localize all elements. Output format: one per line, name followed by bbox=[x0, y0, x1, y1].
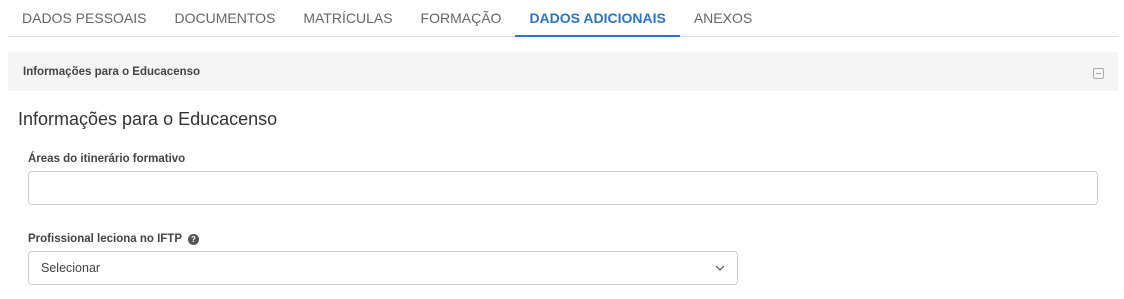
tab-anexos[interactable]: ANEXOS bbox=[680, 0, 766, 36]
tab-formacao[interactable]: FORMAÇÃO bbox=[407, 0, 516, 36]
tab-bar: DADOS PESSOAIS DOCUMENTOS MATRÍCULAS FOR… bbox=[8, 0, 1118, 37]
itinerario-label: Áreas do itinerário formativo bbox=[28, 153, 186, 165]
chevron-down-icon bbox=[715, 265, 725, 271]
section-title: Informações para o Educacenso bbox=[18, 109, 278, 129]
itinerario-input[interactable] bbox=[28, 171, 1098, 205]
tab-dados-adicionais[interactable]: DADOS ADICIONAIS bbox=[515, 0, 680, 37]
panel-header: Informações para o Educacenso bbox=[8, 52, 1118, 91]
tab-dados-pessoais[interactable]: DADOS PESSOAIS bbox=[8, 0, 160, 36]
tab-matriculas[interactable]: MATRÍCULAS bbox=[289, 0, 406, 36]
tab-documentos[interactable]: DOCUMENTOS bbox=[160, 0, 289, 36]
iftp-select[interactable]: Selecionar bbox=[28, 251, 738, 285]
iftp-select-value: Selecionar bbox=[41, 261, 101, 275]
iftp-label-row: Profissional leciona no IFTP ? bbox=[28, 233, 199, 245]
iftp-label: Profissional leciona no IFTP bbox=[28, 233, 182, 245]
question-circle-icon[interactable]: ? bbox=[188, 234, 199, 245]
panel-title: Informações para o Educacenso bbox=[23, 65, 201, 78]
minus-square-icon[interactable] bbox=[1093, 68, 1104, 79]
